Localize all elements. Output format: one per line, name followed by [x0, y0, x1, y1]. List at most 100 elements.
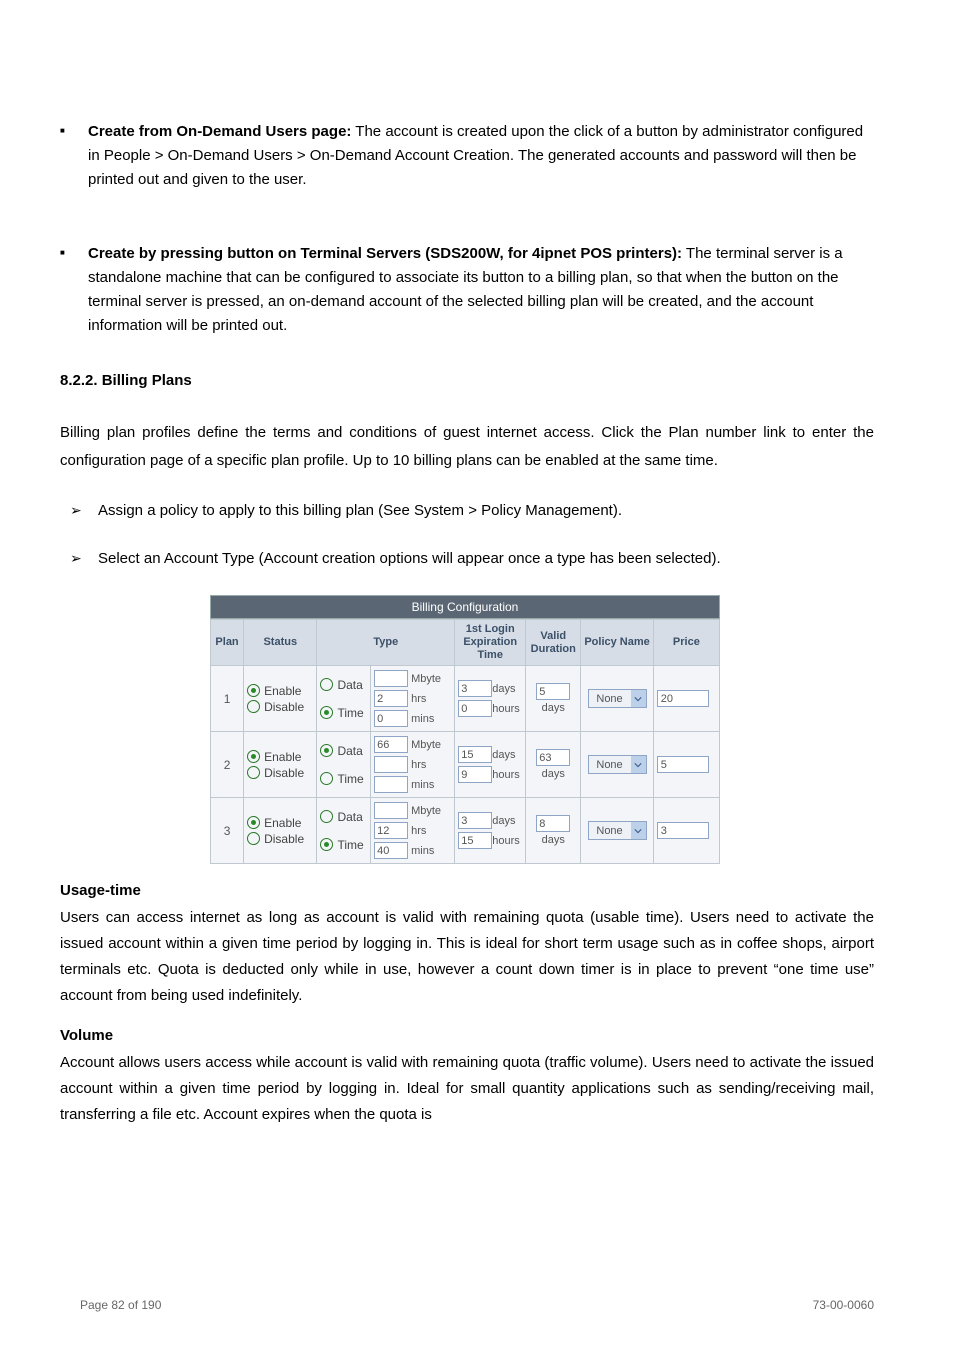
status-disable-radio[interactable]: Disable — [247, 832, 313, 846]
mbyte-input[interactable] — [374, 802, 408, 819]
cell-type-inputs: Mbytehrsmins — [371, 666, 455, 732]
radio-label: Data — [337, 678, 362, 692]
unit-label: hours — [492, 769, 522, 781]
status-enable-radio[interactable]: Enable — [247, 816, 313, 830]
status-enable-radio[interactable]: Enable — [247, 684, 313, 698]
cell-type-radios: Data Time — [317, 732, 371, 798]
valid-days-input[interactable] — [536, 749, 570, 766]
intro-paragraph: Billing plan profiles define the terms a… — [60, 419, 874, 475]
type-time-radio[interactable]: Time — [320, 772, 367, 786]
mins-input[interactable] — [374, 710, 408, 727]
bullet-square-icon: ■ — [60, 120, 88, 142]
radio-icon — [247, 832, 260, 845]
radio-icon — [320, 838, 333, 851]
radio-icon — [247, 750, 260, 763]
radio-icon — [320, 678, 333, 691]
cell-policy: None — [581, 798, 653, 864]
type-data-radio[interactable]: Data — [320, 678, 367, 692]
mbyte-input[interactable] — [374, 736, 408, 753]
hrs-input[interactable] — [374, 756, 408, 773]
table-header-row: Plan Status Type 1st Login Expiration Ti… — [211, 620, 720, 666]
arrow-bullet-icon: ➢ — [70, 499, 98, 521]
status-disable-radio[interactable]: Disable — [247, 766, 313, 780]
cell-status: Enable Disable — [244, 666, 317, 732]
select-value: None — [589, 825, 631, 837]
chevron-down-icon — [631, 822, 646, 839]
cell-type-inputs: Mbytehrsmins — [371, 798, 455, 864]
radio-label: Data — [337, 744, 362, 758]
list-item: Select an Account Type (Account creation… — [98, 547, 721, 571]
mins-input[interactable] — [374, 842, 408, 859]
cell-valid: days — [526, 798, 581, 864]
price-input[interactable] — [657, 690, 709, 707]
hrs-input[interactable] — [374, 822, 408, 839]
radio-label: Disable — [264, 700, 304, 714]
body-usage-time: Users can access internet as long as acc… — [60, 905, 874, 1009]
cell-expiration: dayshours — [455, 798, 526, 864]
valid-days-input[interactable] — [536, 815, 570, 832]
section-heading: 8.2.2. Billing Plans — [60, 372, 874, 389]
unit-label: days — [492, 749, 522, 761]
radio-label: Enable — [264, 816, 301, 830]
bold-lead: Create from On-Demand Users page: — [88, 123, 351, 140]
cell-status: Enable Disable — [244, 798, 317, 864]
unit-label: mins — [411, 713, 434, 725]
radio-label: Enable — [264, 684, 301, 698]
radio-label: Time — [337, 838, 363, 852]
select-value: None — [589, 759, 631, 771]
subheading-usage-time: Usage-time — [60, 882, 874, 899]
table-row: 3EnableDisableDataTimeMbytehrsminsdaysho… — [211, 798, 720, 864]
unit-label: hours — [492, 703, 522, 715]
cell-type-radios: Data Time — [317, 798, 371, 864]
type-data-radio[interactable]: Data — [320, 744, 367, 758]
cell-type-inputs: Mbytehrsmins — [371, 732, 455, 798]
price-input[interactable] — [657, 756, 709, 773]
billing-config-table: Billing Configuration Plan Status Type 1… — [210, 595, 720, 864]
policy-select[interactable]: None — [588, 689, 647, 708]
type-data-radio[interactable]: Data — [320, 810, 367, 824]
exp-days-input[interactable] — [458, 680, 492, 697]
cell-price — [653, 732, 719, 798]
cell-plan: 3 — [211, 798, 244, 864]
footer-doc-id: 73-00-0060 — [813, 1298, 874, 1312]
exp-hours-input[interactable] — [458, 766, 492, 783]
price-input[interactable] — [657, 822, 709, 839]
th-valid: Valid Duration — [526, 620, 581, 666]
valid-days-input[interactable] — [536, 683, 570, 700]
policy-select[interactable]: None — [588, 821, 647, 840]
policy-select[interactable]: None — [588, 755, 647, 774]
type-time-radio[interactable]: Time — [320, 838, 367, 852]
unit-label: mins — [411, 845, 434, 857]
th-price: Price — [653, 620, 719, 666]
unit-label: days — [542, 768, 565, 780]
radio-icon — [320, 706, 333, 719]
hrs-input[interactable] — [374, 690, 408, 707]
radio-icon — [247, 766, 260, 779]
type-time-radio[interactable]: Time — [320, 706, 367, 720]
th-policy: Policy Name — [581, 620, 653, 666]
cell-valid: days — [526, 666, 581, 732]
mins-input[interactable] — [374, 776, 408, 793]
exp-hours-input[interactable] — [458, 832, 492, 849]
status-disable-radio[interactable]: Disable — [247, 700, 313, 714]
footer-page: Page 82 of 190 — [80, 1298, 161, 1312]
table-row: 2EnableDisableDataTimeMbytehrsminsdaysho… — [211, 732, 720, 798]
paragraph: Create from On-Demand Users page: The ac… — [88, 120, 874, 192]
status-enable-radio[interactable]: Enable — [247, 750, 313, 764]
radio-label: Data — [337, 810, 362, 824]
exp-hours-input[interactable] — [458, 700, 492, 717]
bold-lead: Create by pressing button on Terminal Se… — [88, 245, 682, 262]
cell-type-radios: Data Time — [317, 666, 371, 732]
table-row: 1 Enable Disable Data Time Mbytehrsmins days ho… — [211, 666, 720, 732]
exp-days-input[interactable] — [458, 812, 492, 829]
cell-plan: 1 — [211, 666, 244, 732]
cell-price — [653, 798, 719, 864]
mbyte-input[interactable] — [374, 670, 408, 687]
radio-icon — [247, 816, 260, 829]
unit-label: hours — [492, 835, 522, 847]
radio-icon — [320, 744, 333, 757]
unit-label: days — [542, 702, 565, 714]
exp-days-input[interactable] — [458, 746, 492, 763]
arrow-bullet-icon: ➢ — [70, 547, 98, 569]
cell-valid: days — [526, 732, 581, 798]
